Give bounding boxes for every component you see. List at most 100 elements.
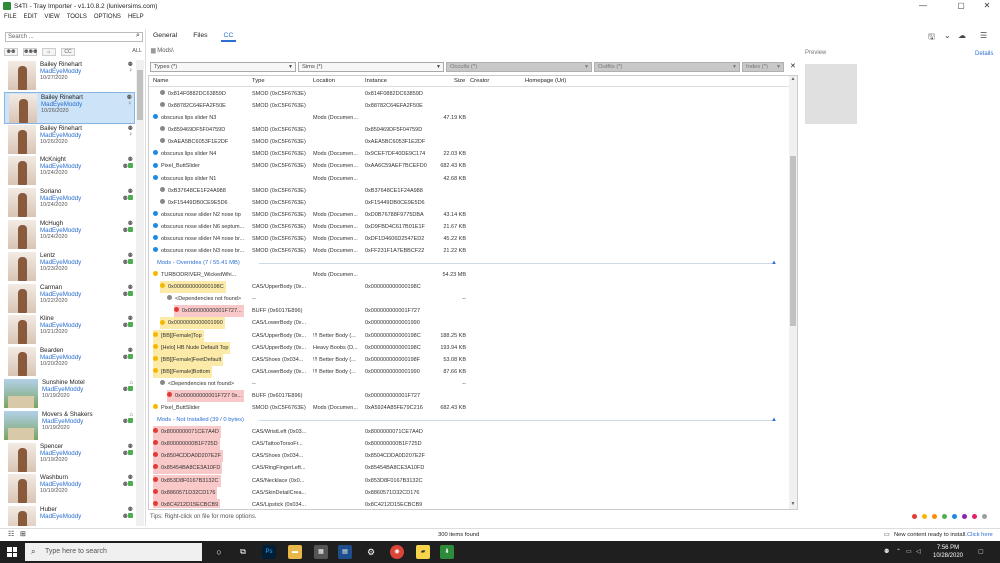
tray-item[interactable]: Carman MadEyeModdy 10/22/2020 ⚉ ⚉ [4,283,135,315]
tray-item-author[interactable]: MadEyeModdy [40,354,81,361]
tab-general[interactable]: General [150,30,180,42]
table-row[interactable]: [BB][Female]FeetDefault CAS/Shoes (0x034.… [149,353,789,366]
list-view-icon[interactable]: ☷ [8,529,14,541]
task-view-icon[interactable]: ⧉ [236,545,250,559]
table-row[interactable]: obscurus nose slider N6 septum... SMOD (0… [149,221,789,233]
volume-icon[interactable]: ◁ [916,541,921,563]
cloud-download-icon[interactable]: ☁ [958,31,966,41]
clear-filters-button[interactable]: ✕ [790,62,796,72]
tray-overflow-icon[interactable]: ⌃ [896,541,901,563]
chevron-down-icon[interactable]: ⌄ [944,31,951,41]
tray-item-author[interactable]: MadEyeModdy [40,163,81,170]
menu-file[interactable]: FILE [4,12,17,22]
table-row[interactable]: 0x8000000071CE7A4D CAS/WristLeft (0x03...… [149,426,789,439]
occults-filter[interactable]: Occults (*) ▼ [446,62,592,72]
tray-item[interactable]: McHugh MadEyeModdy 10/24/2020 ⚉ ⚉ [4,219,135,251]
tray-item[interactable]: Soriano MadEyeModdy 10/24/2020 ⚉ ⚉ [4,187,135,219]
tray-item[interactable]: Bailey Rinehart MadEyeModdy 10/26/2020 ⚉ ♀ [4,124,135,156]
tray-item-author[interactable]: MadEyeModdy [40,227,81,234]
tray-item[interactable]: Bailey Rinehart MadEyeModdy 10/27/2020 ⚉ ♀ [4,60,135,92]
table-row[interactable]: 0x814F0882DC63859D SMOD (0xC5F6763E) 0x814… [149,88,789,100]
search-icon[interactable]: ⌕ [136,32,140,40]
table-row[interactable]: 0x000000000000198C CAS/UpperBody (0x... 0x… [149,281,789,294]
table-row[interactable]: 0xB37648CE1F24A988 SMOD (0xC5F6763E) 0xB37… [149,185,789,197]
tray-item[interactable]: Sunshine Motel MadEyeModdy 10/19/2020 ⌂ ⚉ [4,378,135,410]
table-row[interactable]: obscurus lips slider N4 SMOD (0xC5F6763E)… [149,148,789,160]
grid-view-icon[interactable]: ⊞ [20,529,26,541]
clock[interactable]: 7:56 PM 10/28/2020 [928,544,968,560]
tab-files[interactable]: Files [190,30,210,42]
tray-item[interactable]: Lentz MadEyeModdy 10/23/2020 ⚉ ⚉ [4,251,135,283]
search-input[interactable]: Search ... [5,32,143,42]
color-filter-dot[interactable] [982,514,987,519]
tray-item-author[interactable]: MadEyeModdy [40,132,82,139]
tray-item-author[interactable]: MadEyeModdy [40,291,81,298]
table-row[interactable]: 0x88782C64EFA2F50E SMOD (0xC5F6763E) 0x887… [149,100,789,112]
tray-item[interactable]: Huber MadEyeModdy ⚉ ⚉ [4,505,135,526]
calculator-icon[interactable]: ▦ [314,545,328,559]
index-filter[interactable]: Index (*) ▼ [742,62,784,72]
table-row[interactable]: 0x85454BA8CE3A10FD CAS/RingFingerLeft... 0… [149,462,789,475]
maximize-button[interactable]: ▢ [950,0,972,12]
table-row[interactable]: obscurus nose slider N3 nose br... SMOD (… [149,245,789,257]
tray-item[interactable]: Spencer MadEyeModdy 10/19/2020 ⚉ ⚉ [4,442,135,474]
types-filter[interactable]: Types (*) ▼ [150,62,296,72]
tray-item[interactable]: Movers & Shakers MadEyeModdy 10/19/2020 ⌂ ⚉ [4,410,135,442]
color-filter-dot[interactable] [962,514,967,519]
table-row[interactable]: 0xAEA5BC6053F1E2DF SMOD (0xC5F6763E) 0xAEA… [149,136,789,148]
filter-lots-button[interactable]: ⌂ [42,48,56,56]
table-row[interactable]: 0x0000000000001990 CAS/LowerBody (0x... 0x… [149,317,789,330]
table-row[interactable]: obscurus lips slider N3 Mods (Documen... 4… [149,112,789,124]
table-row[interactable]: [BB][Female]Top CAS/UpperBody (0x... !!! B… [149,329,789,342]
tray-importer-icon[interactable]: ⬇ [440,545,454,559]
sidebar-scrollbar[interactable] [136,60,144,526]
tray-item-author[interactable]: MadEyeModdy [40,450,81,457]
menu-help[interactable]: HELP [128,12,144,22]
tray-item[interactable]: McKnight MadEyeModdy 10/24/2020 ⚉ ⚉ [4,155,135,187]
table-row[interactable]: <Dependencies not found> -- -- [149,378,789,390]
table-row[interactable]: <Dependencies not found> -- -- [149,293,789,305]
file-explorer-icon[interactable]: ▬ [288,545,302,559]
people-icon[interactable]: ⚉ [884,541,889,563]
col-type[interactable]: Type [252,76,265,87]
collapse-icon[interactable]: ▲ [771,414,777,426]
table-row[interactable]: [BB][Female]Bottom CAS/LowerBody (0x...!!… [149,365,789,378]
calculator-app-icon[interactable]: ▤ [338,545,352,559]
table-row[interactable]: obscurus nose slider N4 nose br... SMOD (… [149,233,789,245]
table-row[interactable]: Pixel_ButtSlider SMOD (0xC5F6763E) Mods (D… [149,160,789,172]
cortana-icon[interactable]: ○ [212,545,226,559]
filter-cc-button[interactable]: CC [61,48,75,56]
table-row[interactable]: 0x800000000B1F725D CAS/TattooTorsoFr... 0x… [149,438,789,451]
col-creator[interactable]: Creator [470,76,489,87]
tray-item-author[interactable]: MadEyeModdy [42,418,93,425]
color-filter-dot[interactable] [942,514,947,519]
tray-item-author[interactable]: MadEyeModdy [42,386,85,393]
taskbar-search[interactable]: ⌕ Type here to search [25,543,202,561]
col-homepage[interactable]: Homepage (Url) [525,76,566,87]
tray-item-author[interactable]: MadEyeModdy [40,322,81,329]
tray-item[interactable]: Kline MadEyeModdy 10/21/2020 ⚉ ⚉ [4,314,135,346]
table-row[interactable]: 0x000000000001F727 0x... BUFF (0x6017E896… [149,389,789,402]
tray-item-author[interactable]: MadEyeModdy [40,481,81,488]
table-row[interactable]: 0xF15449DB0CE9E5D6 SMOD (0xC5F6763E) 0xF15… [149,197,789,209]
color-filter-dot[interactable] [932,514,937,519]
table-row[interactable]: 0x8860571D32CD176 CAS/SkinDetailCrea... 0x… [149,486,789,499]
table-row[interactable]: obscurus nose slider N2 nose tip SMOD (0x… [149,209,789,221]
tray-item-author[interactable]: MadEyeModdy [40,195,81,202]
tray-item[interactable]: Bailey Rinehart MadEyeModdy 10/26/2020 ⚉ ♀ [4,91,135,124]
menu-edit[interactable]: EDIT [24,12,38,22]
table-row[interactable]: 0x859469DF5F04759D SMOD (0xC5F6763E) 0x859… [149,124,789,136]
col-name[interactable]: Name [153,76,168,87]
color-filter-dot[interactable] [952,514,957,519]
color-filter-dot[interactable] [922,514,927,519]
tray-item[interactable]: Bearden MadEyeModdy 10/20/2020 ⚉ ⚉ [4,346,135,378]
sims-filter[interactable]: Sims (*) ▼ [298,62,444,72]
tray-item-author[interactable]: MadEyeModdy [40,513,81,520]
table-row[interactable]: 0x000000000001F727... BUFF (0x6017E896) 0x… [149,305,789,318]
filter-households-button[interactable]: ⚉⚉⚉ [23,48,37,56]
minimize-button[interactable]: — [912,0,934,12]
table-row[interactable]: 0x8504CDDA0D207E2F CAS/Shoes (0x034... 0x8… [149,450,789,463]
collapse-icon[interactable]: ▲ [771,257,777,269]
notifications-icon[interactable]: ▢ [978,541,984,563]
col-size[interactable]: Size [454,76,465,87]
